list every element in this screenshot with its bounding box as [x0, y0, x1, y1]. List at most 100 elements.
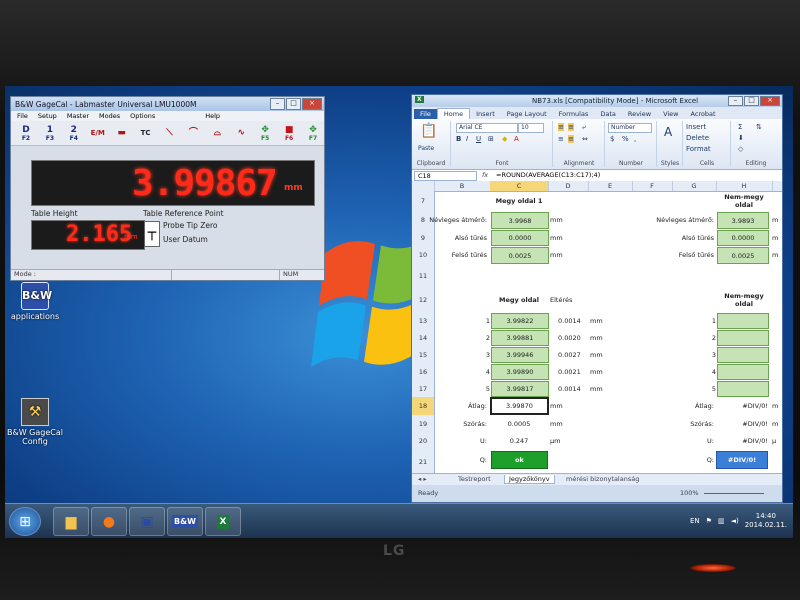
paste-icon[interactable]: 📋	[420, 123, 437, 139]
cell-b8[interactable]: Névleges átmérő:	[429, 211, 490, 229]
row-header[interactable]: 11	[412, 264, 435, 287]
taskbar-gagecal[interactable]: B&W	[167, 507, 203, 536]
cell-c18-selected[interactable]: 3.99870	[490, 397, 549, 415]
cell-g15[interactable]: 3	[672, 346, 719, 363]
row-header[interactable]: 9	[412, 229, 435, 246]
cell-h7[interactable]: Nem-megy oldal	[716, 191, 772, 211]
cell-b16[interactable]: 4	[434, 363, 493, 380]
cell-h20[interactable]: #DIV/0!	[716, 432, 771, 450]
tool-button[interactable]: ∿	[230, 122, 252, 144]
cell-g19[interactable]: Szórás:	[652, 415, 717, 432]
font-size-select[interactable]: 10	[518, 123, 544, 133]
cell-d8[interactable]: mm	[550, 211, 580, 229]
tab-data[interactable]: Data	[594, 109, 622, 119]
cell-c14[interactable]: 3.99881	[491, 330, 549, 346]
cell-e15[interactable]: mm	[590, 346, 620, 363]
cell-g16[interactable]: 4	[672, 363, 719, 380]
taskbar-firefox[interactable]: ●	[91, 507, 127, 536]
row-header[interactable]: 7	[412, 191, 435, 211]
cell-c20[interactable]: 0.247	[490, 432, 548, 450]
close-button[interactable]: ×	[302, 98, 322, 110]
tool-button[interactable]: 1 F3	[39, 122, 61, 144]
menu-options[interactable]: Options	[130, 112, 155, 120]
row-header[interactable]: 10	[412, 246, 435, 264]
cell-g20[interactable]: U:	[652, 432, 717, 450]
align-left-icon[interactable]: ≡	[558, 135, 564, 143]
cell-c12[interactable]: Megy oldal	[490, 287, 548, 312]
autosum-icon[interactable]: Σ	[738, 123, 742, 131]
sheet-tab-meresi-bizonytalansag[interactable]: mérési bizonytalanság	[562, 475, 643, 483]
menu-setup[interactable]: Setup	[38, 112, 57, 120]
styles-caption[interactable]: Styles	[658, 160, 682, 167]
sheet-tab-testreport[interactable]: Testreport	[454, 475, 495, 483]
tab-acrobat[interactable]: Acrobat	[685, 109, 722, 119]
wrap-text-icon[interactable]: ⤶	[582, 123, 586, 132]
cell-g9[interactable]: Alsó tűrés	[652, 229, 717, 246]
clock[interactable]: 14:40 2014.02.11.	[745, 512, 787, 530]
cell-d20[interactable]: µm	[550, 432, 580, 450]
cell-e16[interactable]: mm	[590, 363, 620, 380]
cell-g18[interactable]: Átlag:	[652, 397, 717, 415]
cell-c8[interactable]: 3.9968	[491, 212, 549, 229]
clear-icon[interactable]: ◇	[738, 145, 743, 153]
paste-button[interactable]: Paste	[418, 145, 434, 152]
name-box[interactable]: C18	[414, 171, 477, 181]
taskbar-excel[interactable]: X	[205, 507, 241, 536]
formula-input[interactable]: =ROUND(AVERAGE(C13:C17);4)	[496, 171, 600, 179]
language-indicator[interactable]: EN	[690, 517, 700, 525]
cell-b21[interactable]: Q:	[434, 450, 490, 470]
tool-button[interactable]: 2 F4	[63, 122, 85, 144]
cell-h15[interactable]	[717, 347, 769, 363]
cell-h21-status-error[interactable]: #DIV/0!	[716, 451, 768, 469]
font-color-icon[interactable]: A	[514, 135, 519, 143]
menu-help[interactable]: Help	[205, 112, 220, 120]
align-center-icon[interactable]: ≡	[568, 135, 574, 143]
tool-button[interactable]: D F2	[15, 122, 37, 144]
menu-modes[interactable]: Modes	[99, 112, 120, 120]
cell-h10[interactable]: 0.0025	[717, 247, 769, 264]
row-header[interactable]: 18	[412, 397, 435, 415]
comma-icon[interactable]: ,	[634, 135, 636, 143]
cell-c19[interactable]: 0.0005	[490, 415, 548, 432]
cell-d15[interactable]: 0.0027	[558, 346, 588, 363]
minimize-button[interactable]: –	[270, 98, 285, 110]
cell-h8[interactable]: 3.9893	[717, 212, 769, 229]
cell-b18[interactable]: Átlag:	[434, 397, 490, 415]
column-header-corner[interactable]	[412, 181, 435, 191]
zoom-slider[interactable]	[704, 493, 764, 494]
cell-c13[interactable]: 3.99822	[491, 313, 549, 329]
probe-tip-zero-option[interactable]: Probe Tip Zero	[163, 221, 218, 230]
insert-cells-button[interactable]: Insert	[686, 123, 706, 131]
gagecal-titlebar[interactable]: B&W GageCal - Labmaster Universal LMU100…	[11, 97, 324, 111]
number-format-select[interactable]: Number	[608, 123, 652, 133]
column-header-d[interactable]: D	[548, 181, 589, 191]
maximize-button[interactable]: □	[744, 96, 759, 106]
column-header-f[interactable]: F	[632, 181, 673, 191]
italic-icon[interactable]: I	[466, 135, 468, 143]
cell-h9[interactable]: 0.0000	[717, 230, 769, 246]
taskbar-save[interactable]: ▣	[129, 507, 165, 536]
column-header-g[interactable]: G	[672, 181, 717, 191]
styles-icon[interactable]: A	[664, 125, 672, 139]
taskbar-explorer[interactable]: ▆	[53, 507, 89, 536]
cell-d13[interactable]: 0.0014	[558, 312, 588, 329]
tool-button[interactable]: ▬	[111, 122, 133, 144]
row-header[interactable]: 21	[412, 450, 435, 473]
cell-d10[interactable]: mm	[550, 246, 580, 264]
cell-c16[interactable]: 3.99890	[491, 364, 549, 380]
tool-button[interactable]: E/M	[87, 122, 109, 144]
tab-review[interactable]: Review	[622, 109, 657, 119]
cell-d14[interactable]: 0.0020	[558, 329, 588, 346]
fill-icon[interactable]: ⬇	[738, 134, 744, 142]
tool-button[interactable]: ⟍	[159, 122, 181, 144]
maximize-button[interactable]: □	[286, 98, 301, 110]
cell-d18[interactable]: mm	[550, 397, 580, 415]
tool-button[interactable]: ■ F6	[278, 122, 300, 144]
cell-h19[interactable]: #DIV/0!	[716, 415, 771, 432]
column-header-b[interactable]: B	[434, 181, 491, 191]
start-button[interactable]: ⊞	[9, 507, 41, 536]
font-name-select[interactable]: Arial CE	[456, 123, 518, 133]
row-header[interactable]: 20	[412, 432, 435, 450]
zoom-level[interactable]: 100%	[680, 489, 699, 497]
tab-view[interactable]: View	[657, 109, 684, 119]
